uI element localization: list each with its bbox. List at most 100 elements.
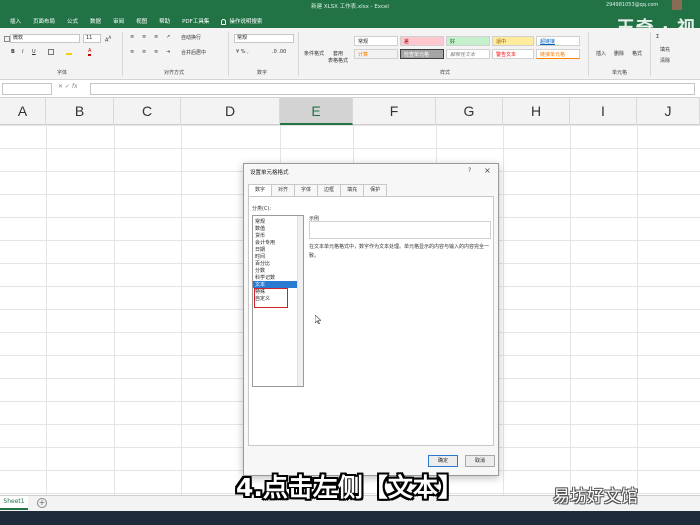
- tell-me-search[interactable]: 操作说明搜索: [215, 17, 268, 27]
- formula-bar: ✕ ✓ fx: [0, 80, 700, 98]
- insert-cells-button[interactable]: 插入: [596, 50, 606, 57]
- conditional-format-button[interactable]: 条件格式: [302, 50, 326, 57]
- font-size-select[interactable]: 11: [83, 34, 101, 43]
- tab-help[interactable]: 帮助: [153, 17, 176, 27]
- style-bad[interactable]: 差: [400, 36, 444, 46]
- list-item[interactable]: 会计专用: [255, 239, 275, 246]
- help-icon[interactable]: ?: [468, 167, 471, 174]
- column-headers: A B C D E F G H I J: [0, 98, 700, 125]
- tab-review[interactable]: 审阅: [107, 17, 130, 27]
- border-icon[interactable]: [48, 49, 54, 55]
- fill-button[interactable]: 填充: [660, 46, 670, 53]
- bold-icon[interactable]: B: [11, 49, 15, 55]
- align-right-icon[interactable]: ≡: [154, 49, 158, 55]
- decimal-icon[interactable]: .0 .00: [272, 49, 286, 55]
- taskbar: [0, 511, 700, 525]
- style-normal[interactable]: 常规: [354, 36, 398, 46]
- orientation-icon[interactable]: ↗: [166, 34, 170, 40]
- style-neutral[interactable]: 适中: [492, 36, 534, 46]
- list-item[interactable]: 日期: [255, 246, 265, 253]
- column-header-b[interactable]: B: [46, 98, 114, 125]
- column-header-h[interactable]: H: [503, 98, 570, 125]
- column-header-c[interactable]: C: [114, 98, 181, 125]
- indent-icon[interactable]: ⇥: [166, 49, 170, 55]
- grow-font-icon[interactable]: AA: [105, 35, 111, 44]
- column-header-a[interactable]: A: [0, 98, 46, 125]
- tab-formulas[interactable]: 公式: [61, 17, 84, 27]
- wrap-text-button[interactable]: 自动换行: [181, 34, 201, 41]
- fill-color-icon[interactable]: [66, 49, 72, 55]
- tab-border[interactable]: 边框: [317, 184, 342, 196]
- tab-font[interactable]: 字体: [294, 184, 319, 196]
- style-warning[interactable]: 警告文本: [492, 49, 534, 59]
- font-name-select[interactable]: 微软: [10, 34, 80, 43]
- avatar[interactable]: [672, 0, 682, 10]
- style-good[interactable]: 好: [446, 36, 490, 46]
- tab-pdf-tools[interactable]: PDF工具集: [176, 17, 215, 27]
- list-item[interactable]: 分数: [255, 267, 265, 274]
- cancel-button[interactable]: 取消: [465, 455, 495, 467]
- column-header-j[interactable]: J: [637, 98, 700, 125]
- name-box[interactable]: [2, 83, 52, 95]
- align-middle-icon[interactable]: ≡: [142, 34, 146, 40]
- tab-protection[interactable]: 保护: [363, 184, 388, 196]
- format-cells-dialog: 设置单元格格式 ? × 数字 对齐 字体 边框 填充 保护 分类(C): 常规 …: [243, 163, 499, 476]
- list-item[interactable]: 时间: [255, 253, 265, 260]
- font-color-icon[interactable]: A: [88, 48, 92, 56]
- divider: [588, 32, 589, 76]
- tab-page-layout[interactable]: 页面布局: [27, 17, 61, 27]
- column-header-g[interactable]: G: [436, 98, 503, 125]
- clear-button[interactable]: 清除: [660, 57, 670, 64]
- number-format-select[interactable]: 常规: [234, 34, 294, 43]
- list-item[interactable]: 常规: [255, 218, 265, 225]
- format-as-table-button[interactable]: 套用 表格格式: [325, 50, 351, 64]
- align-center-icon[interactable]: ≡: [142, 49, 146, 55]
- close-icon[interactable]: ×: [484, 166, 491, 175]
- ok-button[interactable]: 确定: [428, 455, 458, 467]
- tab-view[interactable]: 视图: [130, 17, 153, 27]
- list-item[interactable]: 数值: [255, 225, 265, 232]
- formula-input[interactable]: [90, 83, 695, 95]
- title-bar: 新建 XLSX 工作表.xlsx - Excel 294981053@qq.co…: [0, 0, 700, 39]
- tab-insert[interactable]: 插入: [4, 17, 27, 27]
- column-header-e[interactable]: E: [280, 98, 353, 125]
- group-label-cells: 单元格: [612, 70, 628, 76]
- column-header-f[interactable]: F: [353, 98, 436, 125]
- style-explanatory[interactable]: 解释性文本: [446, 49, 490, 59]
- list-item[interactable]: 货币: [255, 232, 265, 239]
- autosum-icon[interactable]: Σ: [656, 34, 659, 40]
- align-top-icon[interactable]: ≡: [130, 34, 134, 40]
- column-header-d[interactable]: D: [181, 98, 280, 125]
- tab-fill[interactable]: 填充: [340, 184, 365, 196]
- group-label-number: 数字: [257, 70, 268, 76]
- format-description: 在文本单元格格式中，数字作为文本处理。单元格显示的内容与输入的内容完全一致。: [309, 244, 490, 259]
- formula-icons[interactable]: ✕ ✓ fx: [58, 83, 78, 90]
- tab-data[interactable]: 数据: [84, 17, 107, 27]
- tab-alignment[interactable]: 对齐: [271, 184, 296, 196]
- format-cells-button[interactable]: 格式: [632, 50, 642, 57]
- list-item[interactable]: 百分比: [255, 260, 270, 267]
- divider: [228, 32, 229, 76]
- italic-icon[interactable]: I: [22, 49, 23, 55]
- style-check-cell[interactable]: 检查单元格: [400, 49, 444, 59]
- group-label-styles: 样式: [440, 70, 451, 76]
- list-item-selected[interactable]: 文本: [253, 281, 297, 288]
- column-header-i[interactable]: I: [570, 98, 637, 125]
- style-hyperlink[interactable]: 超链接: [536, 36, 580, 46]
- delete-cells-button[interactable]: 删除: [614, 50, 624, 57]
- grid-line: [503, 125, 504, 495]
- list-scrollbar[interactable]: [297, 216, 303, 386]
- underline-icon[interactable]: U: [32, 49, 36, 55]
- align-left-icon[interactable]: ≡: [130, 49, 134, 55]
- ribbon: 微软 11 AA B I U A 字体 ≡ ≡ ≡ ↗ 自动换行 ≡ ≡ ≡ ⇥…: [0, 28, 700, 80]
- add-sheet-button[interactable]: +: [37, 498, 47, 508]
- sheet-tab-sheet1[interactable]: Sheet1: [0, 496, 28, 510]
- account-email[interactable]: 294981053@qq.com: [606, 2, 658, 8]
- style-calculation[interactable]: 计算: [354, 49, 398, 59]
- align-bottom-icon[interactable]: ≡: [154, 34, 158, 40]
- merge-center-button[interactable]: 合并后居中: [181, 49, 206, 56]
- list-item[interactable]: 科学记数: [255, 274, 275, 281]
- style-linked-cell[interactable]: 链接单元格: [536, 49, 580, 59]
- currency-icon[interactable]: ¥ % ,: [236, 49, 249, 55]
- group-label-alignment: 对齐方式: [164, 70, 185, 76]
